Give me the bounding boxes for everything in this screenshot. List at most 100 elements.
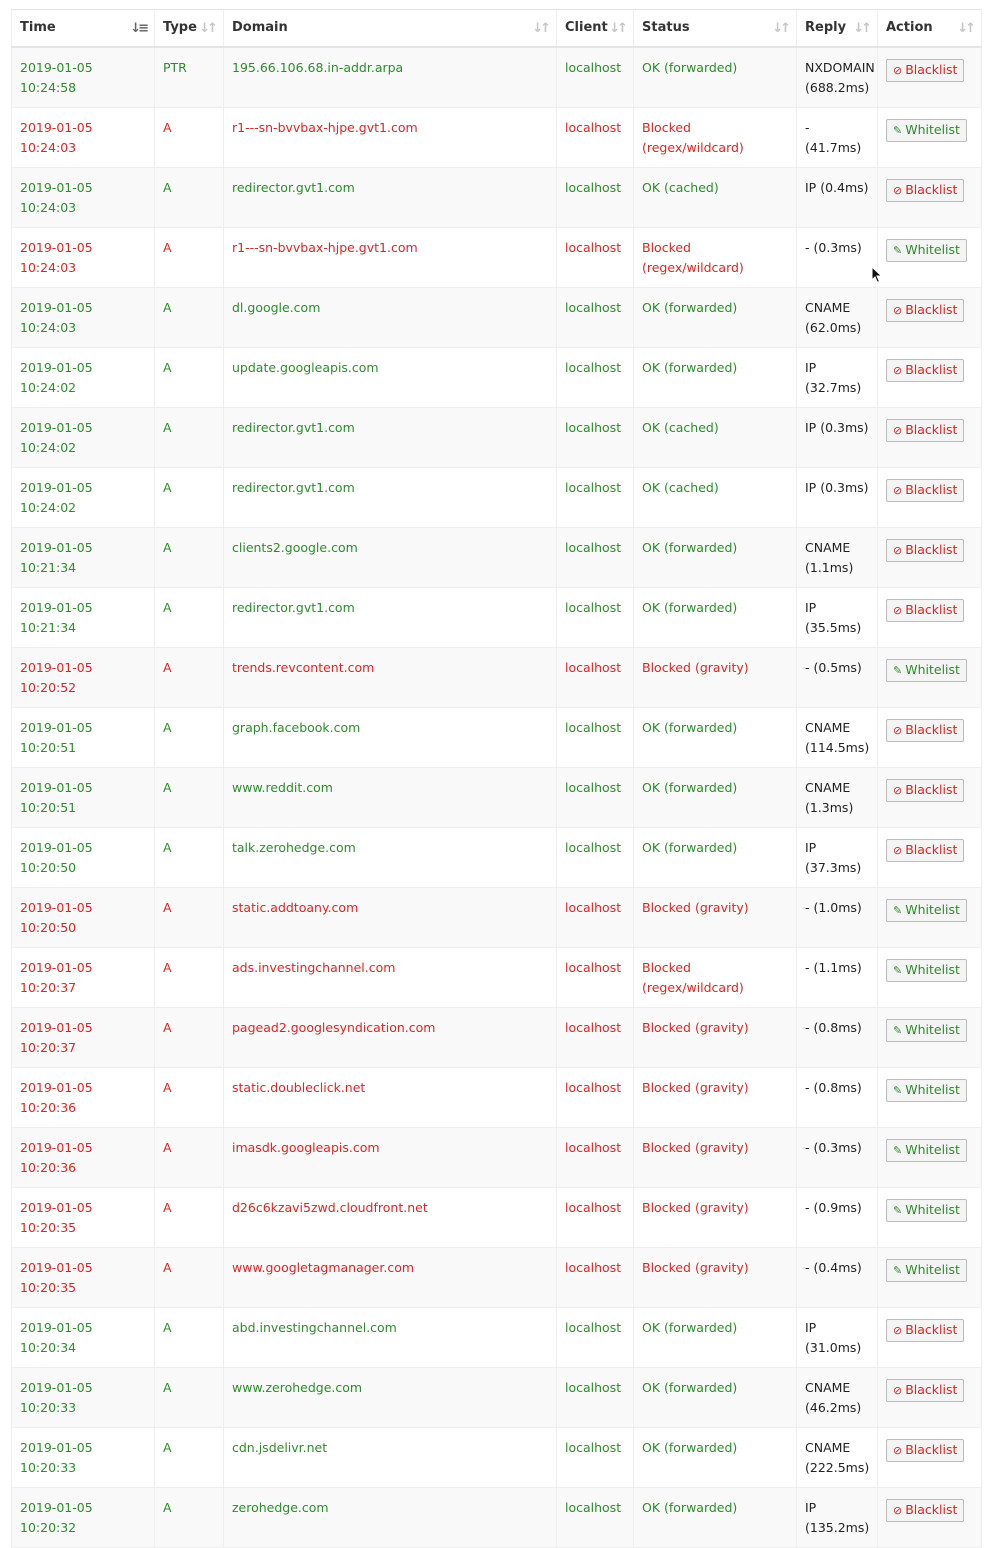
cell-client: localhost [556,1067,634,1128]
cell-time: 2019-01-05 10:24:02 [11,467,155,528]
table-row: 2019-01-05 10:20:50 Atalk.zerohedge.com lo… [11,827,982,888]
cell-action: ✎ Whitelist [877,1007,982,1068]
action-label: Blacklist [905,421,958,437]
cell-action: ✎ Whitelist [877,887,982,948]
action-label: Blacklist [905,481,958,497]
cell-domain: ads.investingchannel.com [223,947,557,1008]
cell-time: 2019-01-05 10:20:50 [11,887,155,948]
blacklist-button[interactable]: ⊘ Blacklist [886,298,965,322]
cell-type: A [154,887,224,948]
table-row: 2019-01-05 10:20:52 Atrends.revcontent.co… [11,647,982,708]
cell-domain: www.googletagmanager.com [223,1247,557,1308]
cell-domain: www.zerohedge.com [223,1367,557,1428]
blacklist-button[interactable]: ⊘ Blacklist [886,538,965,562]
whitelist-button[interactable]: ✎ Whitelist [886,1078,967,1102]
whitelist-button[interactable]: ✎ Whitelist [886,1258,967,1282]
cell-action: ⊘ Blacklist [877,347,982,408]
cell-time: 2019-01-05 10:20:50 [11,827,155,888]
column-header-domain[interactable]: Domain ↓↑ [223,9,557,48]
cell-status: Blocked (regex/wildcard) [633,227,797,288]
cell-client: localhost [556,647,634,708]
cell-client: localhost [556,1427,634,1488]
cell-reply: - (0.9ms) [796,1187,878,1248]
column-header-type[interactable]: Type ↓↑ [154,9,224,48]
cell-type: A [154,1307,224,1368]
cell-action: ✎ Whitelist [877,1247,982,1308]
edit-icon: ✎ [893,1263,903,1277]
blacklist-button[interactable]: ⊘ Blacklist [886,1318,965,1342]
cell-action: ⊘ Blacklist [877,527,982,588]
action-label: Whitelist [905,1141,960,1157]
blacklist-button[interactable]: ⊘ Blacklist [886,1498,965,1522]
table-row: 2019-01-05 10:20:32 Azerohedge.com localho… [11,1487,982,1548]
cell-status: OK (forwarded) [633,46,797,108]
cell-action: ⊘ Blacklist [877,1367,982,1428]
cell-status: Blocked (gravity) [633,1067,797,1128]
blacklist-button[interactable]: ⊘ Blacklist [886,1438,965,1462]
cell-client: localhost [556,227,634,288]
blacklist-button[interactable]: ⊘ Blacklist [886,778,965,802]
blacklist-button[interactable]: ⊘ Blacklist [886,178,965,202]
ban-icon: ⊘ [893,363,903,377]
whitelist-button[interactable]: ✎ Whitelist [886,238,967,262]
ban-icon: ⊘ [893,723,903,737]
cell-reply: IP (0.4ms) [796,167,878,228]
edit-icon: ✎ [893,963,903,977]
column-header-time[interactable]: Time ↓≡ [11,9,155,48]
cell-client: localhost [556,887,634,948]
cell-domain: graph.facebook.com [223,707,557,768]
blacklist-button[interactable]: ⊘ Blacklist [886,478,965,502]
cell-type: A [154,647,224,708]
sort-arrows-icon: ↓↑ [532,21,551,36]
whitelist-button[interactable]: ✎ Whitelist [886,1018,967,1042]
cell-client: localhost [556,1307,634,1368]
cell-client: localhost [556,587,634,648]
cell-action: ✎ Whitelist [877,947,982,1008]
cell-time: 2019-01-05 10:24:03 [11,227,155,288]
query-log-table-container: Time ↓≡ Type ↓↑ Domain ↓↑ Client ↓↑ Status ↓↑… [11,9,982,1548]
blacklist-button[interactable]: ⊘ Blacklist [886,58,965,82]
sort-arrows-icon: ↓↑ [772,21,791,36]
column-header-label: Action [886,20,933,36]
table-row: 2019-01-05 10:24:02 Aredirector.gvt1.com l… [11,407,982,468]
whitelist-button[interactable]: ✎ Whitelist [886,1138,967,1162]
cell-domain: 195.66.106.68.in-addr.arpa [223,46,557,108]
ban-icon: ⊘ [893,1383,903,1397]
blacklist-button[interactable]: ⊘ Blacklist [886,1378,965,1402]
cell-time: 2019-01-05 10:20:36 [11,1067,155,1128]
table-row: 2019-01-05 10:24:03 Adl.google.com localho… [11,287,982,348]
cell-type: A [154,287,224,348]
action-label: Whitelist [905,961,960,977]
edit-icon: ✎ [893,123,903,137]
cell-reply: - (0.4ms) [796,1247,878,1308]
sort-arrows-icon: ↓↑ [853,21,872,36]
whitelist-button[interactable]: ✎ Whitelist [886,1198,967,1222]
whitelist-button[interactable]: ✎ Whitelist [886,958,967,982]
cell-client: localhost [556,1247,634,1308]
cell-type: A [154,1007,224,1068]
column-header-reply[interactable]: Reply ↓↑ [796,9,878,48]
blacklist-button[interactable]: ⊘ Blacklist [886,598,965,622]
whitelist-button[interactable]: ✎ Whitelist [886,898,967,922]
blacklist-button[interactable]: ⊘ Blacklist [886,838,965,862]
column-header-status[interactable]: Status ↓↑ [633,9,797,48]
cell-reply: - (0.8ms) [796,1067,878,1128]
column-header-client[interactable]: Client ↓↑ [556,9,634,48]
blacklist-button[interactable]: ⊘ Blacklist [886,718,965,742]
whitelist-button[interactable]: ✎ Whitelist [886,658,967,682]
blacklist-button[interactable]: ⊘ Blacklist [886,358,965,382]
column-header-action[interactable]: Action ↓↑ [877,9,982,48]
whitelist-button[interactable]: ✎ Whitelist [886,118,967,142]
blacklist-button[interactable]: ⊘ Blacklist [886,418,965,442]
cell-reply: NXDOMAIN (688.2ms) [796,46,878,108]
cell-client: localhost [556,947,634,1008]
cell-time: 2019-01-05 10:20:34 [11,1307,155,1368]
cell-client: localhost [556,1187,634,1248]
edit-icon: ✎ [893,903,903,917]
cell-client: localhost [556,1127,634,1188]
cell-type: PTR [154,46,224,108]
table-row: 2019-01-05 10:24:02 Aredirector.gvt1.com l… [11,467,982,528]
cell-client: localhost [556,1367,634,1428]
cell-reply: CNAME (114.5ms) [796,707,878,768]
cell-time: 2019-01-05 10:24:03 [11,107,155,168]
